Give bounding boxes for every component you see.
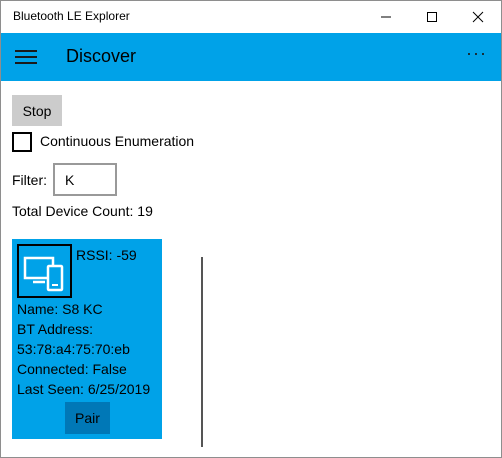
device-connected: Connected: False bbox=[17, 361, 127, 377]
maximize-button[interactable] bbox=[409, 1, 455, 33]
device-rssi: RSSI: -59 bbox=[76, 247, 137, 263]
device-last-seen: Last Seen: 6/25/2019 bbox=[17, 381, 151, 397]
devices-icon bbox=[17, 244, 72, 298]
device-card[interactable]: RSSI: -59 Name: S8 KC BT Address: 53:78:… bbox=[12, 239, 162, 439]
title-bar[interactable]: Bluetooth LE Explorer bbox=[1, 1, 501, 33]
continuous-enumeration-checkbox[interactable] bbox=[12, 132, 32, 152]
app-header: Discover ··· bbox=[1, 33, 501, 81]
maximize-icon bbox=[427, 12, 437, 22]
app-window: Bluetooth LE Explorer Discover ··· Stop … bbox=[0, 0, 502, 458]
hamburger-menu-icon[interactable] bbox=[15, 47, 37, 67]
more-options-icon[interactable]: ··· bbox=[466, 43, 487, 64]
filter-label: Filter: bbox=[12, 172, 47, 188]
minimize-icon bbox=[381, 16, 391, 18]
page-title: Discover bbox=[66, 46, 137, 66]
device-bt-address-label: BT Address: bbox=[17, 321, 94, 337]
minimize-button[interactable] bbox=[363, 1, 409, 33]
total-device-count: Total Device Count: 19 bbox=[12, 203, 153, 219]
device-bt-address: 53:78:a4:75:70:eb bbox=[17, 341, 130, 357]
filter-input[interactable] bbox=[53, 163, 117, 196]
list-scrollbar-divider bbox=[201, 257, 203, 447]
continuous-enumeration-label: Continuous Enumeration bbox=[40, 133, 195, 149]
pair-button[interactable]: Pair bbox=[65, 402, 110, 434]
close-button[interactable] bbox=[455, 1, 501, 33]
window-title: Bluetooth LE Explorer bbox=[13, 9, 130, 23]
close-icon bbox=[472, 11, 484, 23]
stop-button[interactable]: Stop bbox=[12, 95, 62, 126]
device-name: Name: S8 KC bbox=[17, 301, 103, 317]
